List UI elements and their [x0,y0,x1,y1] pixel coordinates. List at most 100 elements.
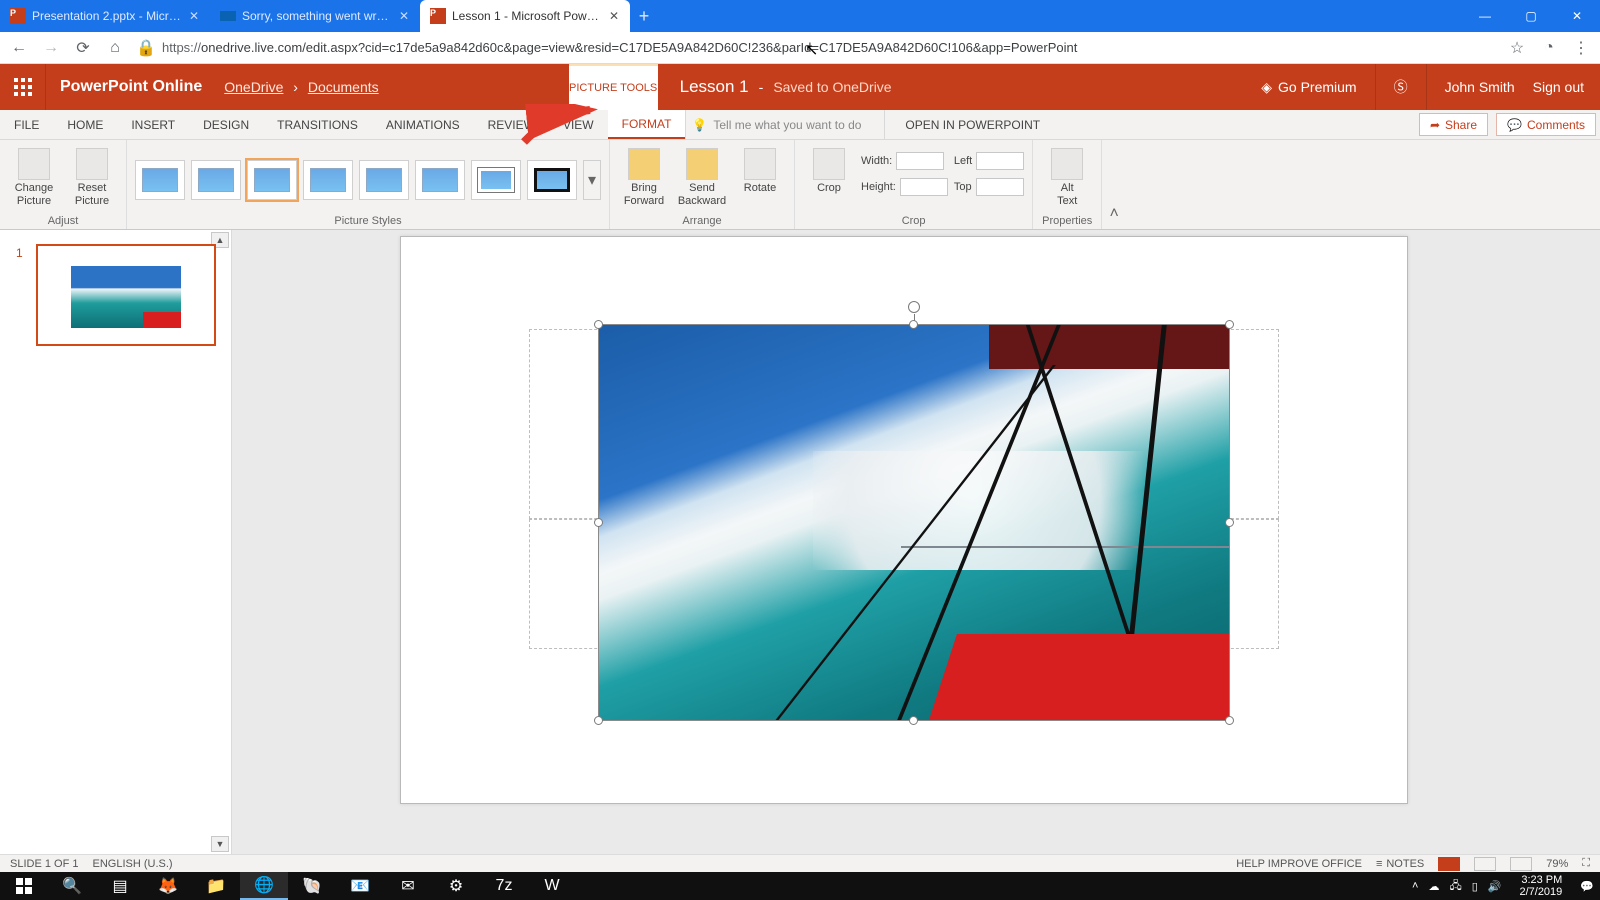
taskbar-app-1[interactable]: 🐚 [288,872,336,900]
ribbon-collapse-button[interactable]: ˄ [1102,140,1126,229]
window-maximize-button[interactable]: ▢ [1508,0,1554,32]
tray-expand-button[interactable]: ˄ [1412,880,1418,892]
ribbon-tab-transitions[interactable]: TRANSITIONS [263,110,372,139]
selected-picture[interactable] [599,325,1229,720]
bring-forward-button[interactable]: BringForward [618,144,670,208]
nav-reload-button[interactable]: ⟳ [72,37,94,59]
browser-tab-0[interactable]: P Presentation 2.pptx - Microsoft P ✕ [0,0,210,32]
taskbar-7zip[interactable]: 7z [480,872,528,900]
top-input[interactable] [976,178,1024,196]
height-input[interactable] [900,178,948,196]
crop-button[interactable]: Crop [803,144,855,195]
browser-tab-2[interactable]: P Lesson 1 - Microsoft PowerPoint ✕ [420,0,630,32]
battery-tray-icon[interactable]: ▯ [1472,880,1478,893]
picture-style-3[interactable] [247,160,297,200]
language-button[interactable]: ENGLISH (U.S.) [92,858,172,870]
taskbar-word[interactable]: W [528,872,576,900]
picture-style-2[interactable] [191,160,241,200]
nav-back-button[interactable]: ← [8,37,30,59]
ribbon-tab-home[interactable]: HOME [53,110,117,139]
resize-handle-e[interactable] [1225,518,1234,527]
resize-handle-sw[interactable] [594,716,603,725]
new-tab-button[interactable]: + [630,0,658,32]
url-field[interactable]: https://onedrive.live.com/edit.aspx?cid=… [162,40,1496,55]
picture-style-4[interactable] [303,160,353,200]
network-tray-icon[interactable]: 🖧 [1449,877,1461,896]
open-in-powerpoint-button[interactable]: OPEN IN POWERPOINT [885,110,1060,139]
window-close-button[interactable]: ✕ [1554,0,1600,32]
taskbar-settings[interactable]: ⚙ [432,872,480,900]
help-improve-button[interactable]: HELP IMPROVE OFFICE [1236,858,1362,870]
send-backward-button[interactable]: SendBackward [676,144,728,208]
nav-forward-button[interactable]: → [40,37,62,59]
reading-view-button[interactable] [1510,857,1532,871]
ribbon-tab-design[interactable]: DESIGN [189,110,263,139]
comments-button[interactable]: 💬Comments [1496,113,1596,136]
tab-close-button[interactable]: ✕ [188,9,200,23]
ribbon-tab-format[interactable]: FORMAT [608,110,686,139]
thumb-scroll-down[interactable]: ▼ [211,836,229,852]
zoom-level[interactable]: 79% [1546,858,1568,870]
action-center-button[interactable]: 💬 [1580,880,1594,893]
taskbar-explorer[interactable]: 📁 [192,872,240,900]
resize-handle-n[interactable] [909,320,918,329]
picture-style-5[interactable] [359,160,409,200]
normal-view-button[interactable] [1438,857,1460,871]
start-button[interactable] [0,872,48,900]
share-button[interactable]: ➦Share [1419,113,1488,136]
ribbon-tab-review[interactable]: REVIEW [474,110,549,139]
width-input[interactable] [896,152,944,170]
picture-styles-more-button[interactable]: ▾ [583,160,601,200]
window-minimize-button[interactable]: — [1462,0,1508,32]
user-name[interactable]: John Smith [1445,79,1515,95]
slide-thumbnail-1[interactable]: 1 [36,244,216,346]
tab-close-button[interactable]: ✕ [398,9,410,23]
bookmark-star-button[interactable]: ☆ [1506,38,1528,58]
go-premium-button[interactable]: ◈ Go Premium [1261,79,1356,96]
slideshow-view-button[interactable] [1474,857,1496,871]
taskbar-clock[interactable]: 3:23 PM 2/7/2019 [1511,874,1570,898]
resize-handle-se[interactable] [1225,716,1234,725]
left-input[interactable] [976,152,1024,170]
taskbar-firefox[interactable]: 🦊 [144,872,192,900]
slide-thumbnail-pane[interactable]: ▲ 1 ▼ [0,230,232,854]
nav-home-button[interactable]: ⌂ [104,37,126,59]
taskbar-mail[interactable]: ✉ [384,872,432,900]
task-view-button[interactable]: ▤ [96,872,144,900]
rotate-button[interactable]: Rotate [734,144,786,195]
reset-picture-button[interactable]: ResetPicture [66,144,118,208]
ribbon-tab-file[interactable]: FILE [0,110,53,139]
notes-button[interactable]: ≡NOTES [1376,858,1424,870]
change-picture-button[interactable]: ChangePicture [8,144,60,208]
sign-out-button[interactable]: Sign out [1533,79,1584,95]
picture-style-7[interactable] [471,160,521,200]
breadcrumb-folder[interactable]: Documents [308,79,379,95]
profile-avatar-button[interactable]: ◔ [1538,39,1560,57]
alt-text-button[interactable]: AltText [1041,144,1093,208]
browser-tab-1[interactable]: Sorry, something went wrong - C ✕ [210,0,420,32]
slide-canvas[interactable] [400,236,1408,804]
tab-close-button[interactable]: ✕ [608,9,620,23]
document-name[interactable]: Lesson 1 [680,77,749,97]
resize-handle-nw[interactable] [594,320,603,329]
breadcrumb-onedrive[interactable]: OneDrive [224,79,283,95]
onedrive-tray-icon[interactable]: ☁ [1428,880,1439,893]
slide-canvas-area[interactable] [232,230,1600,854]
picture-style-1[interactable] [135,160,185,200]
resize-handle-w[interactable] [594,518,603,527]
ribbon-tab-view[interactable]: VIEW [549,110,608,139]
ribbon-tab-insert[interactable]: INSERT [117,110,189,139]
skype-button[interactable]: Ⓢ [1394,77,1408,97]
tell-me-search[interactable]: 💡 Tell me what you want to do [685,110,885,139]
taskbar-outlook[interactable]: 📧 [336,872,384,900]
picture-style-8[interactable] [527,160,577,200]
taskbar-search-button[interactable]: 🔍 [48,872,96,900]
rotate-handle[interactable] [908,301,920,313]
app-launcher-button[interactable] [0,64,46,110]
fit-to-window-button[interactable]: ⛶ [1582,857,1590,870]
chrome-menu-button[interactable]: ⋮ [1570,38,1592,58]
ribbon-tab-animations[interactable]: ANIMATIONS [372,110,474,139]
picture-style-6[interactable] [415,160,465,200]
taskbar-chrome[interactable]: 🌐 [240,872,288,900]
resize-handle-ne[interactable] [1225,320,1234,329]
